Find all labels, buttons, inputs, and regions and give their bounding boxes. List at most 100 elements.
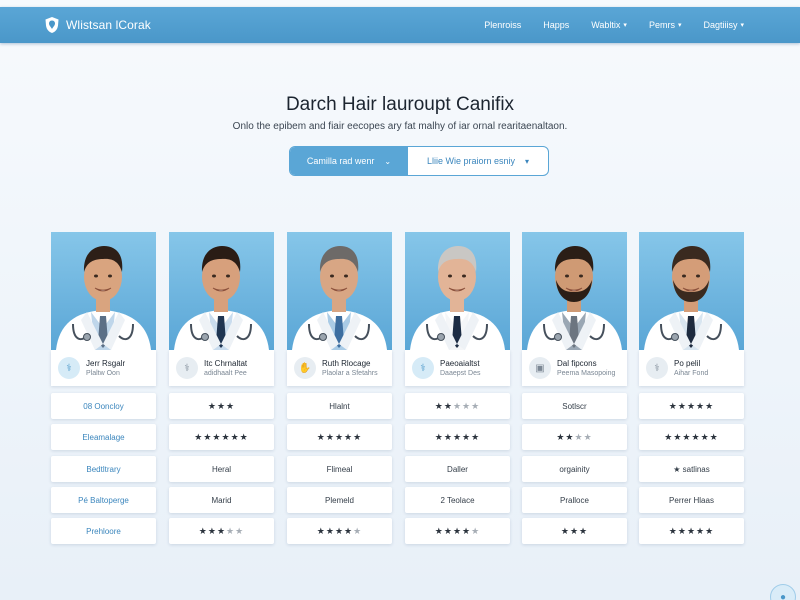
top-navbar: Wlistsan lCorak Plenroiss Happs Wabltix ▾ Pe… [0, 7, 800, 43]
doctor-card[interactable]: ✋ Ruth Rlocage Plaolar a Sfetahrs [287, 232, 392, 386]
star-rating: ★ ★ ★ ★ ★ [405, 424, 510, 450]
nav-item[interactable]: Wabltix ▾ [591, 20, 627, 30]
nav-item-label: Pemrs [648, 20, 675, 30]
star-icon: ★ [443, 431, 453, 442]
star-rating: ★ ★ ★ ★ ★ ★ [639, 424, 744, 450]
star-icon: ★ [452, 525, 463, 536]
nav-item[interactable]: Happs [543, 20, 569, 30]
nav-item-label: Happs [543, 20, 570, 30]
star-icon: ★ [677, 525, 687, 536]
secondary-filter-label: Lliie Wie praiorn esniy [426, 156, 516, 166]
chevron-down-icon: ▾ [623, 22, 627, 29]
star-icon: ★ [677, 400, 687, 411]
doctor-name: Po pelil [674, 358, 701, 368]
page-title: Darch Hair lauroupt Canifix [285, 94, 515, 115]
attribute-cell: Flimeal [287, 456, 392, 482]
brand-name: Wlistsan lCorak [66, 18, 151, 32]
star-icon: ★ [226, 400, 236, 411]
star-icon: ★ [443, 525, 453, 536]
attribute-cell: Marid [169, 487, 274, 513]
star-icon: ★ [198, 525, 208, 536]
specialty-cell: Pé Baltoperge [51, 487, 156, 513]
star-icon: ★ [696, 525, 706, 536]
attribute-cell: Daller [405, 456, 510, 482]
primary-filter-label: Camilla rad wenr [306, 156, 375, 166]
star-icon: ★ [230, 431, 240, 442]
star-icon: ★ [471, 525, 481, 536]
star-icon: ★ [434, 431, 444, 442]
star-icon: ★ [668, 400, 678, 411]
star-icon: ★ [462, 431, 472, 442]
star-icon: ★ [353, 525, 363, 536]
star-icon: ★ [583, 431, 593, 442]
badge-icon: ▣ [529, 357, 551, 379]
star-icon: ★ [316, 431, 326, 442]
nav-menu: Plenroiss Happs Wabltix ▾ Pemrs ▾ Dagtiiisy ▾ [462, 7, 744, 43]
star-icon: ★ [207, 525, 217, 536]
shield-logo-icon [45, 17, 59, 33]
star-icon: ★ [207, 400, 217, 411]
specialty-cell: Prehloore [51, 518, 156, 544]
doctor-namecard: ⚕ Paeoaialtst Daaepst Des [405, 350, 510, 386]
star-icon: ★ [462, 400, 472, 411]
stethoscope-icon: ⚕ [176, 357, 198, 379]
star-icon: ★ [203, 431, 213, 442]
attribute-cell: orgainity [522, 456, 627, 482]
doctor-card[interactable]: ⚕ Po pelil Aihar Fond [639, 232, 744, 386]
star-icon: ★ [664, 431, 674, 442]
star-icon: ★ [691, 431, 701, 442]
star-icon: ★ [668, 525, 678, 536]
doctor-role: Daaepst Des [440, 369, 481, 377]
star-icon: ★ [682, 431, 692, 442]
star-icon: ★ [705, 400, 715, 411]
doctor-role: Plaltw Oon [86, 369, 120, 377]
star-rating: ★ ★ ★ ★ ★ [639, 393, 744, 419]
attribute-cell: Pralloce [522, 487, 627, 513]
secondary-filter-dropdown[interactable]: Lliie Wie praiorn esniy ▾ [408, 147, 548, 175]
doctor-card[interactable]: ⚕ Jerr Rsgalr Plaltw Oon [51, 232, 156, 386]
star-icon: ★ [686, 400, 697, 411]
star-icon: ★ [212, 431, 222, 442]
star-rating: ★ ★ ★ [522, 518, 627, 544]
doctor-photo [287, 232, 392, 350]
doctor-name: Itc Chrnaltat [204, 358, 248, 368]
star-icon: ★ [344, 431, 354, 442]
attribute-cell: Sotlscr [522, 393, 627, 419]
doctor-name: Ruth Rlocage [322, 358, 371, 368]
nav-item[interactable]: Dagtiiisy ▾ [703, 20, 744, 30]
star-icon: ★ [686, 525, 697, 536]
star-rating: ★ ★ ★ ★ ★ [405, 393, 510, 419]
star-icon: ★ [565, 431, 575, 442]
doctor-namecard: ✋ Ruth Rlocage Plaolar a Sfetahrs [287, 350, 392, 386]
star-rating: ★ ★ ★ ★ [522, 424, 627, 450]
star-icon: ★ [462, 525, 472, 536]
doctor-card[interactable]: ▣ Dal fipcons Peema Masopoing [522, 232, 627, 386]
star-icon: ★ [569, 525, 580, 536]
chevron-down-icon: ▾ [677, 22, 682, 29]
star-rating: ★ ★ ★ ★ ★ [405, 518, 510, 544]
star-rating: ★ ★ ★ ★ ★ [639, 518, 744, 544]
doctor-photo [639, 232, 744, 350]
doctor-namecard: ▣ Dal fipcons Peema Masopoing [522, 350, 627, 386]
star-icon: ★ [556, 431, 566, 442]
primary-filter-dropdown[interactable]: Camilla rad wenr ⌄ [290, 147, 408, 175]
specialty-cell: Eleamalage [51, 424, 156, 450]
stethoscope-icon: ⚕ [412, 357, 434, 379]
doctor-card[interactable]: ⚕ Paeoaialtst Daaepst Des [405, 232, 510, 386]
doctor-role: adidhaalt Pee [204, 369, 247, 377]
brand[interactable]: Wlistsan lCorak [44, 16, 151, 34]
star-rating: ★ ★ ★ ★ ★ [287, 424, 392, 450]
filter-group: Camilla rad wenr ⌄ Lliie Wie praiorn esn… [289, 146, 549, 176]
doctor-card[interactable]: ⚕ Itc Chrnaltat adidhaalt Pee [169, 232, 274, 386]
doctor-photo [522, 232, 627, 350]
chat-button[interactable]: ● [770, 584, 796, 600]
nav-item[interactable]: Plenroiss [484, 20, 521, 30]
specialty-cell: 08 Ooncloy [51, 393, 156, 419]
nav-item[interactable]: Pemrs ▾ [649, 20, 682, 30]
star-icon: ★ [194, 431, 204, 442]
attribute-cell: ★ satlinas [639, 456, 744, 482]
star-icon: ★ [325, 525, 335, 536]
star-icon: ★ [239, 431, 249, 442]
doctor-namecard: ⚕ Po pelil Aihar Fond [639, 350, 744, 386]
doctor-namecard: ⚕ Itc Chrnaltat adidhaalt Pee [169, 350, 274, 386]
